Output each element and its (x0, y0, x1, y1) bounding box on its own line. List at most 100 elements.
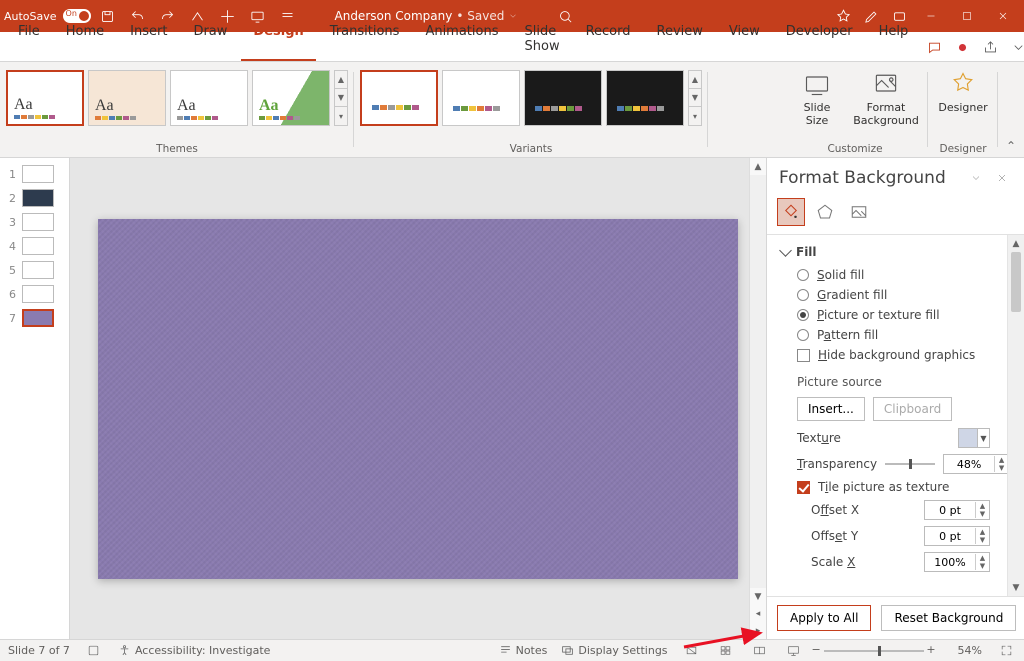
slideshow-view-icon[interactable] (784, 642, 804, 660)
thumb-2[interactable]: 2 (0, 186, 69, 210)
texture-label: Texture (797, 431, 841, 445)
radio-solid-fill[interactable]: Solid fill (781, 265, 1020, 285)
texture-picker[interactable]: ▼ (958, 428, 990, 448)
variant-tile[interactable] (360, 70, 438, 126)
ribbon-group-customize: Slide Size Format Background Customize (782, 62, 928, 157)
ribbon-group-designer: Designer Designer (928, 62, 998, 157)
picture-tab-icon[interactable] (845, 198, 873, 226)
transparency-spin[interactable]: ▲▼ (943, 454, 1009, 474)
display-settings-button[interactable]: Display Settings (561, 644, 667, 657)
themes-gallery-expand[interactable]: ▲▼▾ (334, 70, 348, 126)
variant-tile[interactable] (524, 70, 602, 126)
pane-title: Format Background (779, 168, 960, 188)
tab-home[interactable]: Home (54, 18, 116, 61)
tab-help[interactable]: Help (867, 18, 921, 61)
reset-background-button[interactable]: Reset Background (881, 605, 1016, 631)
tab-design[interactable]: Design (241, 18, 315, 61)
tab-insert[interactable]: Insert (118, 18, 179, 61)
tab-draw[interactable]: Draw (181, 18, 239, 61)
slide-size-button[interactable]: Slide Size (788, 66, 846, 127)
share-dropdown-icon[interactable] (1006, 36, 1024, 58)
thumb-5[interactable]: 5 (0, 258, 69, 282)
tab-record[interactable]: Record (574, 18, 643, 61)
effects-tab-icon[interactable] (811, 198, 839, 226)
camera-record-icon[interactable] (950, 36, 974, 58)
slide-thumbnails[interactable]: 1 2 3 4 5 6 7 (0, 158, 70, 639)
autosave-switch[interactable]: On (63, 9, 91, 23)
offset-y-label: Offset Y (811, 529, 858, 543)
maximize-button[interactable] (950, 2, 984, 30)
theme-tile[interactable]: Aa (6, 70, 84, 126)
workspace: 1 2 3 4 5 6 7 ▲ ▼ ◂ ▸ Format Background (0, 158, 1024, 639)
tab-transitions[interactable]: Transitions (318, 18, 412, 61)
scale-x-spin[interactable]: ▲▼ (924, 552, 990, 572)
status-bar: Slide 7 of 7 Accessibility: Investigate … (0, 639, 1024, 661)
radio-pattern-fill[interactable]: Pattern fill (781, 325, 1020, 345)
radio-picture-fill[interactable]: Picture or texture fill (781, 305, 1020, 325)
format-background-pane: Format Background Fill Solid fill Gradie… (766, 158, 1024, 639)
zoom-slider[interactable] (824, 650, 924, 652)
thumb-4[interactable]: 4 (0, 234, 69, 258)
tab-animations[interactable]: Animations (413, 18, 510, 61)
editor-vertical-scrollbar[interactable]: ▲ ▼ ◂ ▸ (749, 158, 766, 639)
offset-y-spin[interactable]: ▲▼ (924, 526, 990, 546)
comments-icon[interactable] (922, 36, 946, 58)
tab-slide-show[interactable]: Slide Show (513, 18, 572, 61)
designer-button[interactable]: Designer (934, 66, 992, 115)
group-label: Themes (0, 143, 354, 155)
tab-review[interactable]: Review (645, 18, 715, 61)
variant-tile[interactable] (606, 70, 684, 126)
fill-section-header[interactable]: Fill (781, 241, 1020, 265)
ribbon-tabs: File Home Insert Draw Design Transitions… (0, 32, 1024, 62)
group-label: Customize (782, 143, 928, 155)
thumb-7[interactable]: 7 (0, 306, 69, 330)
zoom-value[interactable]: 54% (958, 644, 982, 657)
tab-view[interactable]: View (717, 18, 772, 61)
group-label: Variants (354, 143, 708, 155)
theme-tile[interactable]: Aa (88, 70, 166, 126)
variant-tile[interactable] (442, 70, 520, 126)
fit-window-icon[interactable] (996, 642, 1016, 660)
fill-tab-icon[interactable] (777, 198, 805, 226)
ribbon: Aa Aa Aa Aa ▲▼▾ Themes ▲▼▾ Variants Slid… (0, 62, 1024, 158)
share-icon[interactable] (978, 36, 1002, 58)
offset-x-label: Offset X (811, 503, 859, 517)
scale-x-label: Scale X (811, 555, 855, 569)
theme-tile[interactable]: Aa (252, 70, 330, 126)
reading-view-icon[interactable] (750, 642, 770, 660)
transparency-slider[interactable] (885, 463, 935, 465)
close-pane-icon[interactable] (992, 168, 1012, 188)
format-background-button[interactable]: Format Background (850, 66, 922, 127)
thumb-6[interactable]: 6 (0, 282, 69, 306)
sorter-view-icon[interactable] (716, 642, 736, 660)
apply-to-all-button[interactable]: Apply to All (777, 605, 871, 631)
a11y-status[interactable]: Accessibility: Investigate (118, 644, 271, 657)
notes-button[interactable]: Notes (499, 644, 548, 657)
transparency-label: Transparency (797, 457, 877, 471)
ribbon-group-variants: ▲▼▾ Variants (354, 62, 708, 157)
insert-picture-button[interactable]: Insert... (797, 397, 865, 421)
clipboard-button[interactable]: Clipboard (873, 397, 952, 421)
check-hide-graphics[interactable]: Hide background graphics (781, 345, 1020, 365)
check-tile-texture[interactable]: Tile picture as texture (781, 477, 1020, 497)
theme-tile[interactable]: Aa (170, 70, 248, 126)
collapse-ribbon-icon[interactable]: ⌃ (998, 62, 1024, 157)
close-button[interactable] (986, 2, 1020, 30)
spellcheck-icon[interactable] (84, 642, 104, 660)
slide-indicator[interactable]: Slide 7 of 7 (8, 644, 70, 657)
offset-x-spin[interactable]: ▲▼ (924, 500, 990, 520)
tab-developer[interactable]: Developer (774, 18, 865, 61)
ribbon-group-themes: Aa Aa Aa Aa ▲▼▾ Themes (0, 62, 354, 157)
radio-gradient-fill[interactable]: Gradient fill (781, 285, 1020, 305)
normal-view-icon[interactable] (682, 642, 702, 660)
slide-canvas[interactable] (98, 219, 738, 579)
thumb-1[interactable]: 1 (0, 162, 69, 186)
slide-editor[interactable]: ▲ ▼ ◂ ▸ (70, 158, 766, 639)
pane-scrollbar[interactable]: ▲ ▼ (1007, 235, 1024, 596)
variants-gallery-expand[interactable]: ▲▼▾ (688, 70, 702, 126)
tab-file[interactable]: File (6, 18, 52, 61)
thumb-3[interactable]: 3 (0, 210, 69, 234)
group-label: Designer (928, 143, 998, 155)
picture-source-label: Picture source (781, 365, 1020, 393)
pane-options-icon[interactable] (966, 168, 986, 188)
